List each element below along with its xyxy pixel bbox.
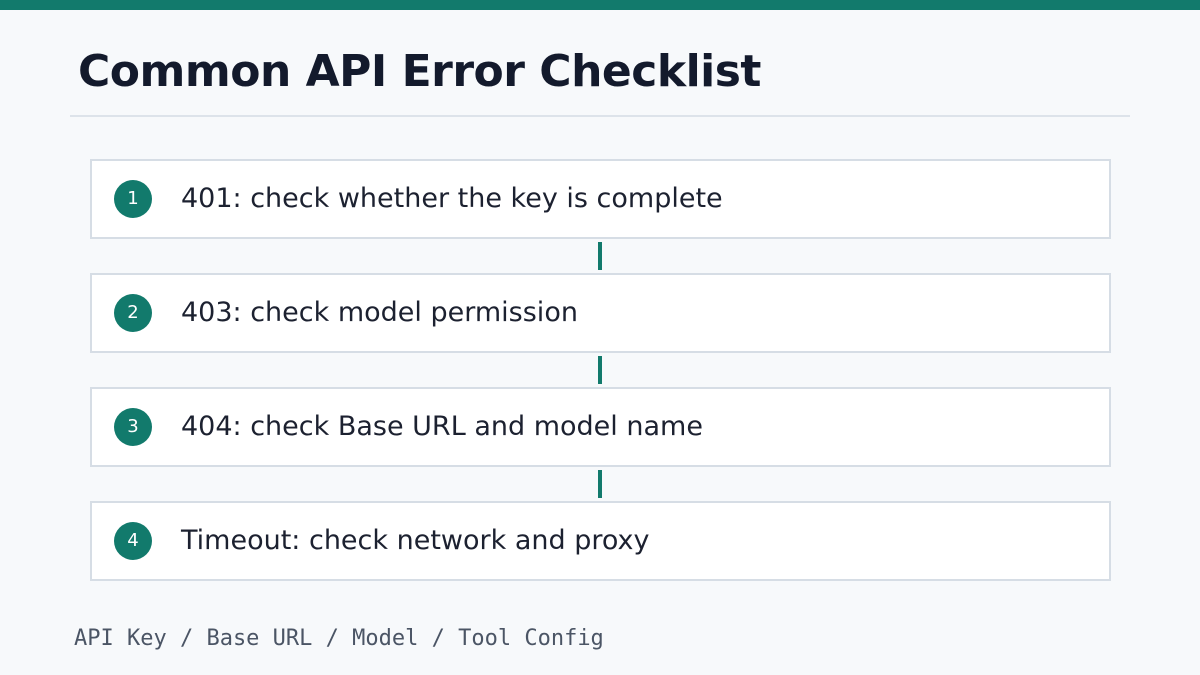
step-connector (598, 242, 602, 270)
step-number-badge: 2 (114, 294, 152, 332)
step-number-badge: 3 (114, 408, 152, 446)
checklist-item-text: 404: check Base URL and model name (181, 410, 703, 442)
checklist-item-404: 3 404: check Base URL and model name (90, 387, 1111, 467)
step-number-badge: 1 (114, 180, 152, 218)
top-accent-bar (0, 0, 1200, 10)
checklist-item-403: 2 403: check model permission (90, 273, 1111, 353)
step-connector (598, 470, 602, 498)
checklist-item-text: 401: check whether the key is complete (181, 182, 723, 214)
page-title: Common API Error Checklist (78, 46, 761, 97)
step-connector (598, 356, 602, 384)
title-divider (70, 115, 1130, 117)
checklist-item-timeout: 4 Timeout: check network and proxy (90, 501, 1111, 581)
checklist-item-401: 1 401: check whether the key is complete (90, 159, 1111, 239)
footer-config-note: API Key / Base URL / Model / Tool Config (74, 626, 604, 651)
checklist-item-text: 403: check model permission (181, 296, 578, 328)
error-checklist: 1 401: check whether the key is complete… (90, 159, 1111, 581)
step-number-badge: 4 (114, 522, 152, 560)
checklist-item-text: Timeout: check network and proxy (181, 524, 650, 556)
